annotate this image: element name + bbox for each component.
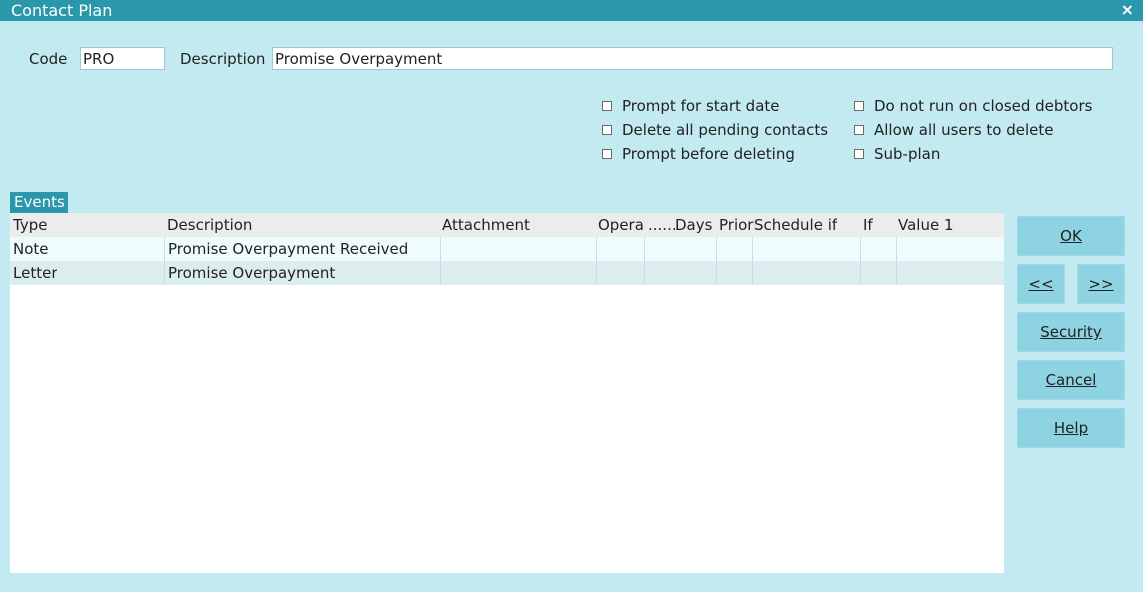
- description-field[interactable]: [272, 47, 1113, 70]
- close-icon[interactable]: ×: [1121, 0, 1134, 19]
- description-label: Description: [180, 50, 266, 68]
- column-divider: [716, 237, 717, 261]
- help-button[interactable]: Help: [1017, 408, 1125, 448]
- cell-description: Promise Overpayment: [168, 264, 336, 282]
- cell-description: Promise Overpayment Received: [168, 240, 409, 258]
- next-button[interactable]: >>: [1077, 264, 1125, 304]
- column-divider: [164, 237, 165, 261]
- column-divider: [896, 261, 897, 285]
- ok-button[interactable]: OK: [1017, 216, 1125, 256]
- col-dots[interactable]: ......: [648, 216, 677, 234]
- column-divider: [596, 237, 597, 261]
- col-description[interactable]: Description: [167, 216, 252, 234]
- cancel-button-label: Cancel: [1045, 371, 1097, 389]
- cell-type: Note: [13, 240, 49, 258]
- not-run-closed-checkbox[interactable]: Do not run on closed debtors: [854, 97, 1092, 115]
- title-bar: Contact Plan ×: [0, 0, 1143, 21]
- allow-all-delete-label: Allow all users to delete: [874, 121, 1054, 139]
- events-grid[interactable]: Type Description Attachment Opera ......…: [10, 213, 1004, 573]
- checkbox-box[interactable]: [854, 101, 864, 111]
- tab-events[interactable]: Events: [10, 192, 68, 213]
- column-divider: [596, 261, 597, 285]
- col-priority[interactable]: Priori: [719, 216, 755, 234]
- column-divider: [644, 261, 645, 285]
- delete-pending-label: Delete all pending contacts: [622, 121, 829, 139]
- column-divider: [752, 261, 753, 285]
- col-operator[interactable]: Opera: [598, 216, 644, 234]
- col-schedule-if[interactable]: Schedule if: [754, 216, 837, 234]
- column-divider: [716, 261, 717, 285]
- ok-button-label: OK: [1060, 227, 1082, 245]
- next-button-label: >>: [1088, 275, 1114, 293]
- col-attachment[interactable]: Attachment: [442, 216, 530, 234]
- col-if[interactable]: If: [863, 216, 873, 234]
- grid-header: Type Description Attachment Opera ......…: [10, 213, 1004, 237]
- security-button-label: Security: [1040, 323, 1102, 341]
- table-row[interactable]: Note Promise Overpayment Received: [10, 237, 1004, 261]
- previous-button[interactable]: <<: [1017, 264, 1065, 304]
- sub-plan-label: Sub-plan: [874, 145, 941, 163]
- prompt-before-delete-label: Prompt before deleting: [622, 145, 795, 163]
- sub-plan-checkbox[interactable]: Sub-plan: [854, 145, 940, 163]
- col-type[interactable]: Type: [13, 216, 47, 234]
- previous-button-label: <<: [1028, 275, 1054, 293]
- col-days[interactable]: Days: [675, 216, 712, 234]
- prompt-before-delete-checkbox[interactable]: Prompt before deleting: [602, 145, 795, 163]
- checkbox-box[interactable]: [602, 101, 612, 111]
- column-divider: [860, 237, 861, 261]
- cell-type: Letter: [13, 264, 58, 282]
- code-label: Code: [29, 50, 68, 68]
- table-row[interactable]: Letter Promise Overpayment: [10, 261, 1004, 285]
- column-divider: [164, 261, 165, 285]
- prompt-start-date-checkbox[interactable]: Prompt for start date: [602, 97, 780, 115]
- delete-pending-checkbox[interactable]: Delete all pending contacts: [602, 121, 828, 139]
- code-field[interactable]: [80, 47, 165, 70]
- window-title: Contact Plan: [11, 1, 113, 20]
- col-value1[interactable]: Value 1: [898, 216, 954, 234]
- checkbox-box[interactable]: [602, 125, 612, 135]
- column-divider: [644, 237, 645, 261]
- column-divider: [860, 261, 861, 285]
- allow-all-delete-checkbox[interactable]: Allow all users to delete: [854, 121, 1054, 139]
- checkbox-box[interactable]: [602, 149, 612, 159]
- security-button[interactable]: Security: [1017, 312, 1125, 352]
- column-divider: [440, 237, 441, 261]
- checkbox-box[interactable]: [854, 149, 864, 159]
- column-divider: [752, 237, 753, 261]
- prompt-start-date-label: Prompt for start date: [622, 97, 780, 115]
- help-button-label: Help: [1053, 419, 1089, 437]
- cancel-button[interactable]: Cancel: [1017, 360, 1125, 400]
- column-divider: [440, 261, 441, 285]
- checkbox-box[interactable]: [854, 125, 864, 135]
- column-divider: [896, 237, 897, 261]
- not-run-closed-label: Do not run on closed debtors: [874, 97, 1093, 115]
